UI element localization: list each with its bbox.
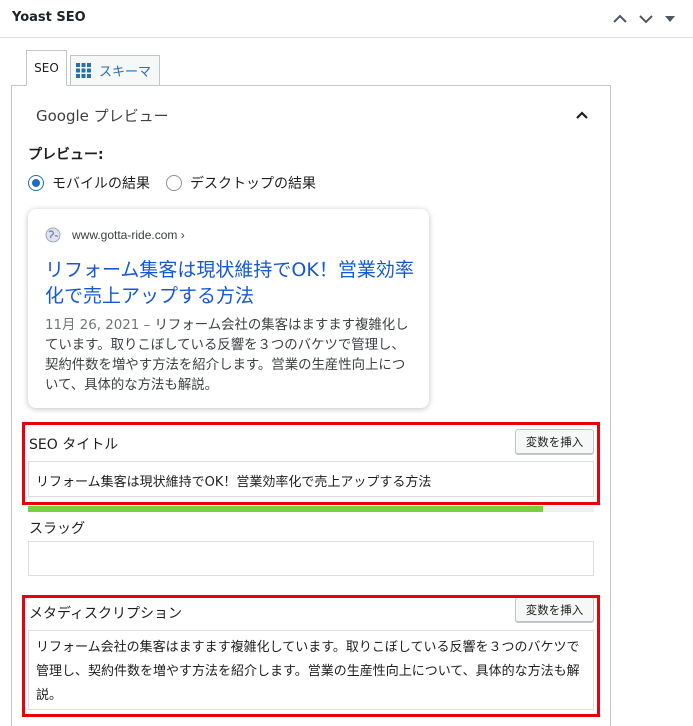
serp-url-chevron: › — [177, 228, 185, 242]
serp-url: www.gotta-ride.com › — [72, 228, 185, 242]
serp-title-link[interactable]: リフォーム集客は現状維持でOK！営業効率化で売上アップする方法 — [45, 257, 415, 309]
radio-mobile-result[interactable]: モバイルの結果 — [28, 173, 150, 193]
tab-seo-label: SEO — [34, 61, 59, 75]
toggle-panel-icon[interactable] — [660, 9, 680, 29]
radio-mobile-indicator[interactable] — [28, 175, 44, 191]
radio-desktop-indicator[interactable] — [166, 175, 182, 191]
google-preview-title: Google プレビュー — [36, 107, 169, 125]
seo-title-progress-fill — [28, 506, 544, 512]
globe-icon — [45, 227, 61, 243]
radio-desktop-result[interactable]: デスクトップの結果 — [166, 173, 316, 193]
serp-url-text: www.gotta-ride.com — [72, 228, 178, 242]
slug-label: スラッグ — [29, 521, 85, 537]
tab-seo[interactable]: SEO — [26, 50, 67, 86]
tab-schema[interactable]: スキーマ — [70, 55, 160, 86]
serp-date: 11月 26, 2021 — [45, 318, 140, 333]
move-down-icon[interactable] — [636, 9, 656, 29]
radio-mobile-label: モバイルの結果 — [52, 176, 150, 192]
tab-schema-label: スキーマ — [99, 65, 152, 80]
metabox-title: Yoast SEO — [12, 10, 86, 25]
serp-description: 11月 26, 2021 – リフォーム会社の集客はますます複雑化しています。取… — [45, 316, 415, 396]
move-up-icon[interactable] — [610, 9, 630, 29]
highlight-box-seo-title — [22, 422, 600, 505]
preview-label: プレビュー: — [28, 147, 104, 163]
seo-title-progress-bar — [28, 506, 594, 512]
metabox-header: Yoast SEO — [0, 0, 693, 38]
serp-separator: – — [139, 318, 155, 333]
highlight-box-meta-description — [22, 595, 600, 717]
collapse-chevron-icon[interactable] — [572, 106, 592, 126]
radio-desktop-label: デスクトップの結果 — [190, 176, 316, 192]
slug-input[interactable] — [28, 541, 594, 576]
grid-icon — [76, 63, 91, 78]
